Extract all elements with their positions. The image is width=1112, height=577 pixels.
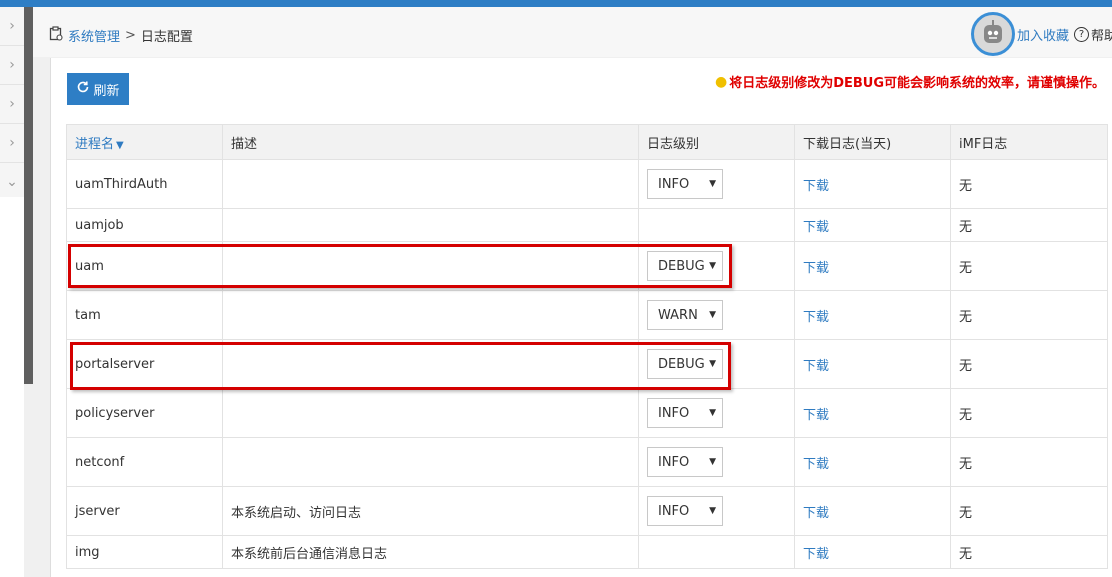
download-link[interactable]: 下载 (803, 220, 829, 235)
log-level-empty (638, 208, 795, 242)
dropdown-caret-icon: ▼ (709, 408, 716, 418)
breadcrumb-system-management[interactable]: 系统管理 (68, 26, 120, 45)
table-row: policyserver INFO ▼ 下载 无 (66, 388, 1108, 438)
download-link[interactable]: 下载 (803, 310, 829, 325)
download-link[interactable]: 下载 (803, 457, 829, 472)
process-name: uamThirdAuth (66, 159, 223, 209)
process-description (222, 339, 639, 389)
table-row: netconf INFO ▼ 下载 无 (66, 437, 1108, 487)
warning-text: 将日志级别修改为DEBUG可能会影响系统的效率，请谨慎操作。 (729, 76, 1105, 91)
imf-log-value: 无 (950, 486, 1108, 536)
imf-log-value: 无 (950, 437, 1108, 487)
log-level-select[interactable]: INFO ▼ (647, 398, 723, 428)
table-row: uamThirdAuth INFO ▼ 下载 无 (66, 159, 1108, 209)
breadcrumb-separator: > (125, 28, 136, 43)
process-description (222, 437, 639, 487)
log-level-select[interactable]: DEBUG ▼ (647, 251, 723, 281)
nav-expand-icon[interactable]: › (0, 46, 24, 85)
process-description (222, 241, 639, 291)
page-header: 系统管理 > 日志配置 加入收藏 ? 帮助 (33, 7, 1112, 57)
log-config-panel: 刷新 ● 将日志级别修改为DEBUG可能会影响系统的效率，请谨慎操作。 进程名 ▼… (50, 58, 1112, 577)
download-link[interactable]: 下载 (803, 506, 829, 521)
process-name: uamjob (66, 208, 223, 242)
download-link[interactable]: 下载 (803, 359, 829, 374)
col-header-log-level: 日志级别 (638, 124, 795, 160)
dropdown-caret-icon: ▼ (709, 506, 716, 516)
imf-log-value: 无 (950, 535, 1108, 569)
refresh-button[interactable]: 刷新 (67, 73, 129, 105)
col-header-description: 描述 (222, 124, 639, 160)
help-icon: ? (1074, 27, 1090, 42)
dropdown-caret-icon: ▼ (709, 310, 716, 320)
download-link[interactable]: 下载 (803, 261, 829, 276)
table-row: jserver 本系统启动、访问日志 INFO ▼ 下载 无 (66, 486, 1108, 536)
imf-log-value: 无 (950, 339, 1108, 389)
log-config-table: 进程名 ▼ 描述 日志级别 下载日志(当天) iMF日志 uamThirdAuth… (66, 124, 1108, 569)
nav-expand-icon[interactable]: › (0, 124, 24, 163)
refresh-icon (76, 80, 90, 98)
table-row: uamjob 下载 无 (66, 208, 1108, 242)
add-favorite-link[interactable]: 加入收藏 (1017, 25, 1069, 44)
help-label: 帮助 (1091, 29, 1112, 44)
table-row: tam WARN ▼ 下载 无 (66, 290, 1108, 340)
refresh-label: 刷新 (93, 83, 120, 99)
nav-resize-handle[interactable] (24, 7, 33, 384)
process-description (222, 290, 639, 340)
breadcrumb-current: 日志配置 (140, 30, 193, 45)
dropdown-caret-icon: ▼ (709, 457, 716, 467)
assistant-avatar[interactable] (971, 12, 1015, 56)
process-name: portalserver (66, 339, 223, 389)
log-level-select[interactable]: WARN ▼ (647, 300, 723, 330)
dropdown-caret-icon: ▼ (709, 261, 716, 271)
left-nav-collapsed: › › › › ⌄ (0, 7, 24, 577)
log-level-empty (638, 535, 795, 569)
process-description: 本系统前后台通信消息日志 (222, 535, 639, 569)
dropdown-caret-icon: ▼ (709, 359, 716, 369)
dropdown-caret-icon: ▼ (709, 179, 716, 189)
nav-expand-icon[interactable]: › (0, 7, 24, 46)
process-description: 本系统启动、访问日志 (222, 486, 639, 536)
col-header-process[interactable]: 进程名 ▼ (66, 124, 223, 160)
log-level-select[interactable]: INFO ▼ (647, 496, 723, 526)
download-link[interactable]: 下载 (803, 179, 829, 194)
help-link[interactable]: ? 帮助 (1074, 25, 1112, 44)
process-name: policyserver (66, 388, 223, 438)
log-level-select[interactable]: INFO ▼ (647, 169, 723, 199)
imf-log-value: 无 (950, 388, 1108, 438)
warning-message: ● 将日志级别修改为DEBUG可能会影响系统的效率，请谨慎操作。 (714, 72, 1105, 92)
sort-desc-icon: ▼ (116, 139, 124, 151)
log-level-select[interactable]: DEBUG ▼ (647, 349, 723, 379)
table-row: img 本系统前后台通信消息日志 下载 无 (66, 535, 1108, 569)
download-link[interactable]: 下载 (803, 547, 829, 562)
process-description (222, 208, 639, 242)
nav-expand-icon[interactable]: › (0, 85, 24, 124)
process-name: netconf (66, 437, 223, 487)
process-name: tam (66, 290, 223, 340)
log-level-select[interactable]: INFO ▼ (647, 447, 723, 477)
breadcrumb: 系统管理 > 日志配置 (49, 26, 193, 45)
table-header-row: 进程名 ▼ 描述 日志级别 下载日志(当天) iMF日志 (66, 124, 1108, 160)
process-name: uam (66, 241, 223, 291)
clipboard-icon (49, 26, 63, 45)
process-name: jserver (66, 486, 223, 536)
process-description (222, 388, 639, 438)
lightbulb-icon: ● (714, 73, 728, 90)
top-accent-bar (0, 0, 1112, 7)
table-row: portalserver DEBUG ▼ 下载 无 (66, 339, 1108, 389)
imf-log-value: 无 (950, 241, 1108, 291)
imf-log-value: 无 (950, 159, 1108, 209)
imf-log-value: 无 (950, 290, 1108, 340)
process-description (222, 159, 639, 209)
process-name: img (66, 535, 223, 569)
col-header-imf-log: iMF日志 (950, 124, 1108, 160)
table-row: uam DEBUG ▼ 下载 无 (66, 241, 1108, 291)
download-link[interactable]: 下载 (803, 408, 829, 423)
col-header-download: 下载日志(当天) (794, 124, 951, 160)
imf-log-value: 无 (950, 208, 1108, 242)
